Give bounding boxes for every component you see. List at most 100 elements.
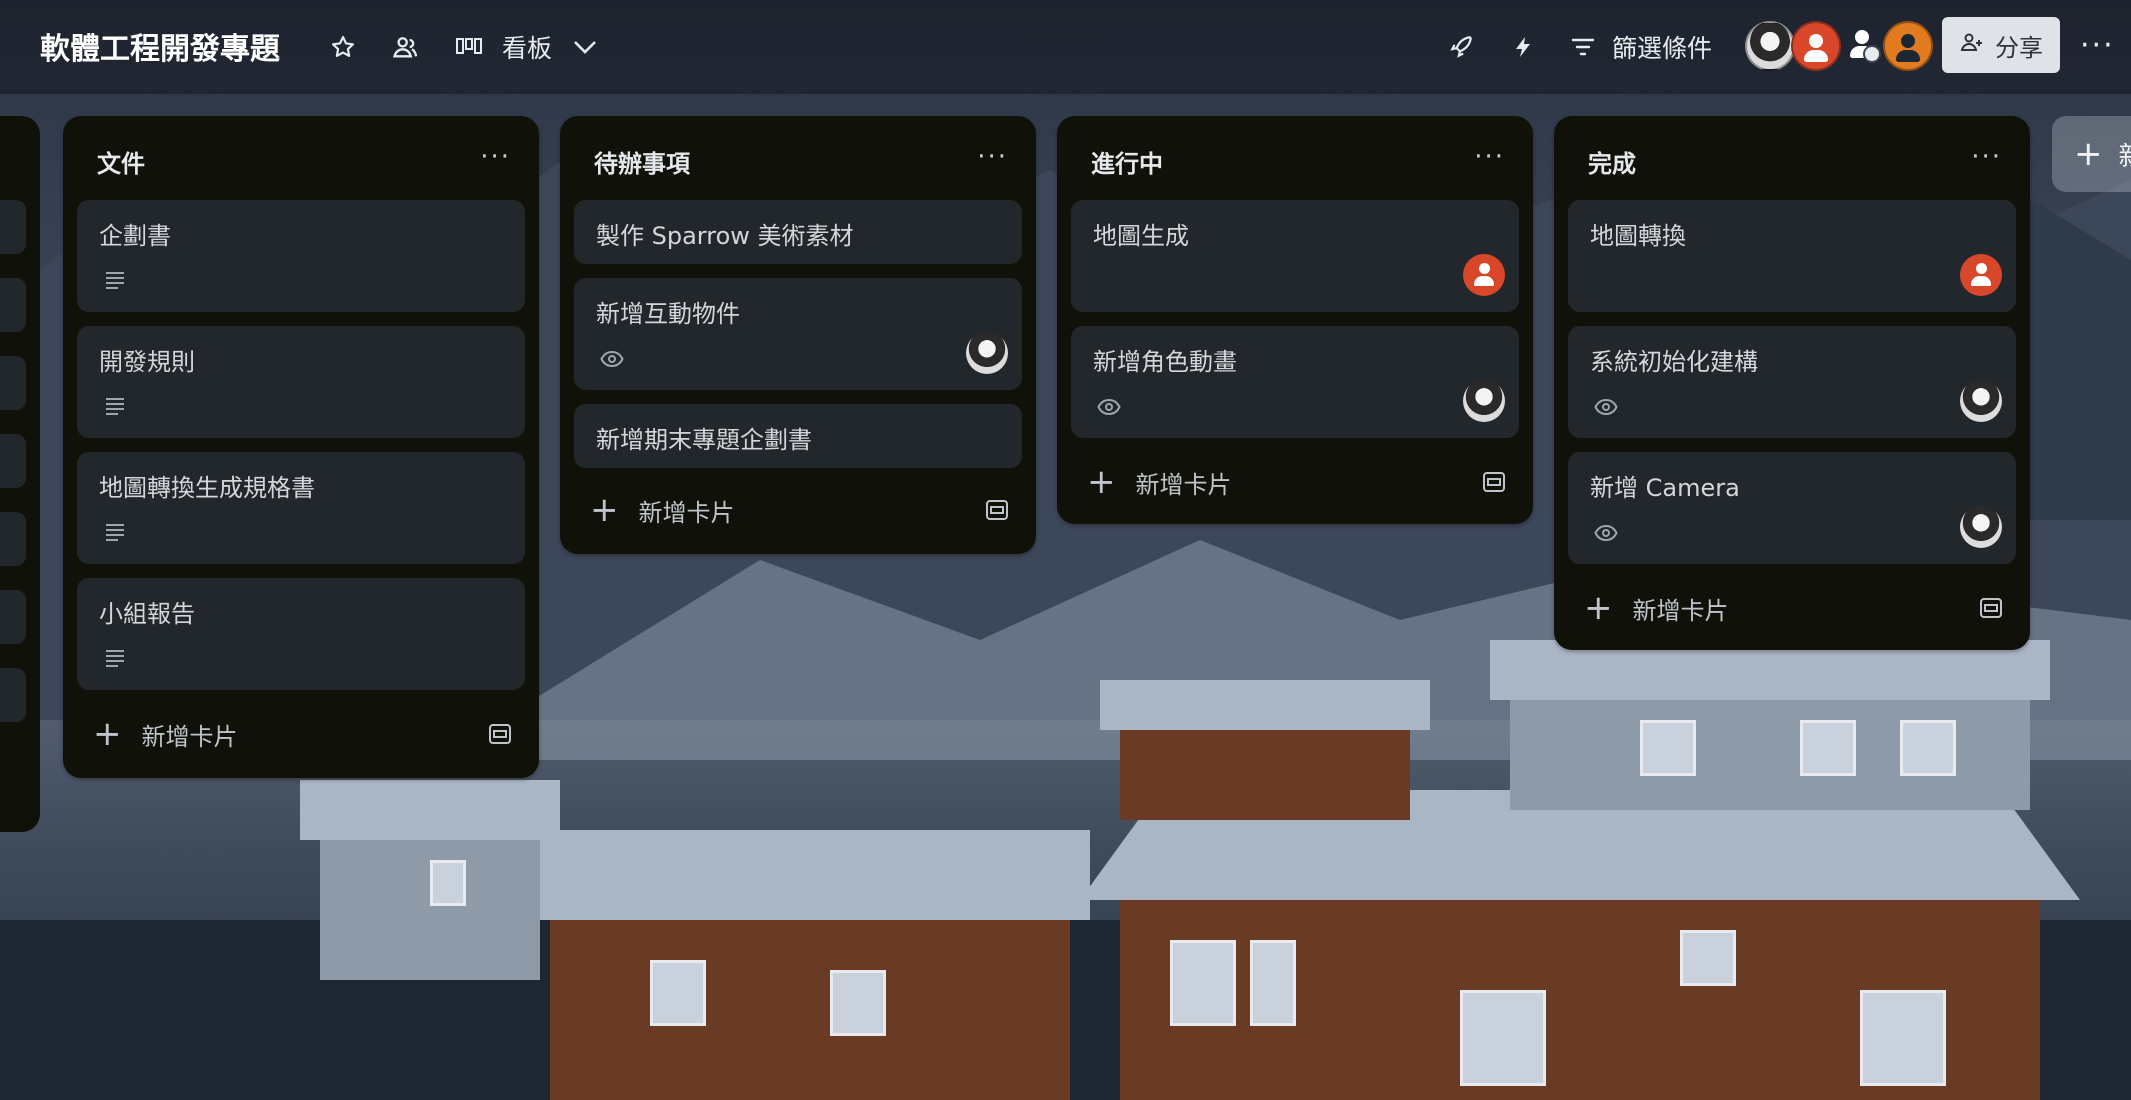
card[interactable]: 新增角色動畫 — [1071, 326, 1519, 438]
filter-icon — [1568, 32, 1598, 62]
member-avatar-admin[interactable] — [1837, 21, 1887, 71]
card[interactable]: 製作 Sparrow 美術素材 — [574, 200, 1022, 264]
card-partial[interactable] — [0, 200, 26, 254]
card[interactable]: 新增期末專題企劃書 — [574, 404, 1022, 468]
watch-icon — [1594, 524, 1618, 542]
card-partial[interactable] — [0, 512, 26, 566]
share-label: 分享 — [1995, 33, 2043, 62]
admin-badge-icon — [1863, 45, 1881, 63]
list-menu-icon[interactable]: ··· — [977, 142, 1008, 172]
member-avatar[interactable] — [1745, 21, 1795, 71]
list-title[interactable]: 完成 — [1588, 144, 1636, 179]
list-partial — [0, 116, 40, 832]
list-title[interactable]: 進行中 — [1091, 144, 1163, 179]
add-card-label: 新增卡片 — [638, 498, 735, 527]
add-card-button[interactable]: + 新增卡片 — [1584, 586, 2004, 630]
plus-icon: + — [1584, 588, 1613, 628]
card-partial[interactable] — [0, 590, 26, 644]
add-card-label: 新增卡片 — [1632, 596, 1729, 625]
plus-icon: + — [1087, 462, 1116, 502]
house — [530, 830, 1090, 1100]
add-list-label: 新 — [2119, 136, 2131, 173]
house — [1080, 790, 2080, 1100]
card[interactable]: 地圖轉換生成規格書 — [77, 452, 525, 564]
power-ups-button[interactable] — [1446, 24, 1476, 70]
list-title[interactable]: 文件 — [97, 144, 145, 179]
card-partial[interactable] — [0, 356, 26, 410]
card[interactable]: 企劃書 — [77, 200, 525, 312]
board-header: 軟體工程開發專題 看板 篩選條件 分享 ··· — [0, 0, 2131, 94]
card-title: 地圖轉換生成規格書 — [99, 474, 315, 502]
watch-icon — [1097, 398, 1121, 416]
board-view-icon — [454, 32, 484, 62]
workspace-visibility-icon — [390, 32, 420, 62]
member-avatar[interactable] — [1960, 254, 2002, 296]
card-title: 新增角色動畫 — [1093, 348, 1237, 376]
member-avatar[interactable] — [1463, 380, 1505, 422]
card-title: 企劃書 — [99, 222, 171, 250]
card-title: 新增互動物件 — [596, 300, 740, 328]
card-title: 系統初始化建構 — [1590, 348, 1758, 376]
card[interactable]: 小組報告 — [77, 578, 525, 690]
board-title[interactable]: 軟體工程開發專題 — [40, 24, 280, 68]
add-list-button[interactable]: + 新 — [2052, 116, 2131, 192]
card-title: 小組報告 — [99, 600, 195, 628]
card[interactable]: 新增互動物件 — [574, 278, 1022, 390]
star-button[interactable] — [328, 24, 358, 70]
add-card-label: 新增卡片 — [141, 722, 238, 751]
member-avatar[interactable] — [966, 332, 1008, 374]
list-in-progress: 進行中 ··· 地圖生成 新增角色動畫 + 新增卡片 — [1057, 116, 1533, 524]
list-todo: 待辦事項 ··· 製作 Sparrow 美術素材 新增互動物件 新增期末專題企劃… — [560, 116, 1036, 554]
add-card-button[interactable]: + 新增卡片 — [590, 488, 1010, 532]
card[interactable]: 系統初始化建構 — [1568, 326, 2016, 438]
card-title: 開發規則 — [99, 348, 195, 376]
share-button[interactable]: 分享 — [1942, 17, 2060, 73]
add-card-button[interactable]: + 新增卡片 — [1087, 460, 1507, 504]
house — [1100, 680, 1430, 820]
card-template-icon[interactable] — [984, 498, 1010, 522]
list-menu-icon[interactable]: ··· — [1971, 142, 2002, 172]
card[interactable]: 開發規則 — [77, 326, 525, 438]
list-menu-icon[interactable]: ··· — [480, 142, 511, 172]
card-template-icon[interactable] — [1978, 596, 2004, 620]
add-card-button[interactable]: + 新增卡片 — [93, 712, 513, 756]
card-title: 地圖生成 — [1093, 222, 1189, 250]
add-member-icon — [1959, 30, 1985, 60]
list-documents: 文件 ··· 企劃書 開發規則 地圖轉換生成規格書 小組報告 + 新增卡片 — [63, 116, 539, 778]
member-avatar[interactable] — [1791, 21, 1841, 71]
visibility-button[interactable] — [390, 24, 420, 70]
member-avatar[interactable] — [1883, 21, 1933, 71]
view-label: 看板 — [502, 34, 553, 63]
card-template-icon[interactable] — [487, 722, 513, 746]
card-partial[interactable] — [0, 434, 26, 488]
rocket-icon — [1446, 32, 1476, 62]
card-template-icon[interactable] — [1481, 470, 1507, 494]
member-avatar[interactable] — [1463, 254, 1505, 296]
card-partial[interactable] — [0, 278, 26, 332]
board-menu-button[interactable]: ··· — [2080, 22, 2115, 68]
card[interactable]: 地圖轉換 — [1568, 200, 2016, 312]
card[interactable]: 新增 Camera — [1568, 452, 2016, 564]
house — [1490, 640, 2050, 810]
description-icon — [106, 272, 124, 289]
lightning-icon — [1508, 32, 1538, 62]
member-avatar[interactable] — [1960, 506, 2002, 548]
plus-icon: + — [590, 490, 619, 530]
description-icon — [106, 398, 124, 415]
list-done: 完成 ··· 地圖轉換 系統初始化建構 新增 Camera + 新增卡片 — [1554, 116, 2030, 650]
card-title: 新增 Camera — [1590, 474, 1740, 502]
view-switcher-button[interactable]: 看板 — [454, 24, 600, 70]
member-avatar[interactable] — [1960, 380, 2002, 422]
list-title[interactable]: 待辦事項 — [594, 144, 690, 179]
chevron-down-icon — [570, 32, 600, 62]
list-menu-icon[interactable]: ··· — [1474, 142, 1505, 172]
card[interactable]: 地圖生成 — [1071, 200, 1519, 312]
watch-icon — [1594, 398, 1618, 416]
plus-icon: + — [93, 714, 122, 754]
card-partial[interactable] — [0, 668, 26, 722]
filter-button[interactable]: 篩選條件 — [1568, 24, 1712, 70]
description-icon — [106, 650, 124, 667]
automation-button[interactable] — [1508, 24, 1538, 70]
card-title: 新增期末專題企劃書 — [596, 426, 812, 454]
plus-icon: + — [2074, 134, 2103, 174]
